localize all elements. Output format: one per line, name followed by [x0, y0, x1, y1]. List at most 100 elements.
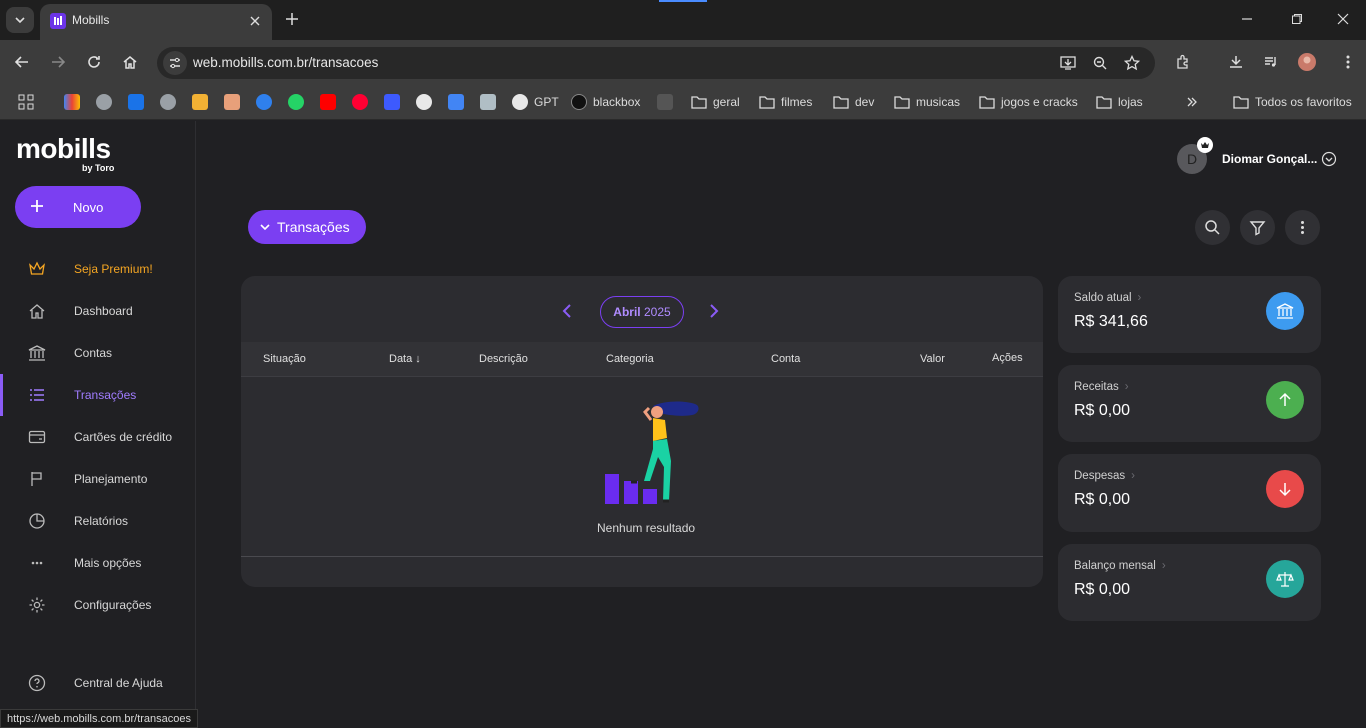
- chevron-left-icon[interactable]: [558, 302, 576, 320]
- sidebar-item-dashboard[interactable]: Dashboard: [0, 293, 195, 329]
- youtube-icon: [320, 94, 336, 110]
- github-icon: [416, 94, 432, 110]
- sidebar-item-contas[interactable]: Contas: [0, 335, 195, 371]
- search-button[interactable]: [1195, 210, 1230, 245]
- profile-avatar-icon[interactable]: [1296, 51, 1318, 73]
- bookmark-folder-geral[interactable]: geral: [691, 92, 740, 112]
- mobills-logo[interactable]: mobills by Toro: [16, 135, 114, 174]
- bookmark-4[interactable]: [192, 92, 214, 112]
- sidebar-item-premium[interactable]: Seja Premium!: [0, 251, 195, 287]
- tab-search-button[interactable]: [6, 7, 34, 33]
- chevron-right-icon[interactable]: [705, 302, 723, 320]
- table-header: Situação Data ↓ Descrição Categoria Cont…: [241, 342, 1043, 377]
- bookmarks-bar: GPT blackbox geral filmes dev musicas jo…: [0, 85, 1366, 120]
- bookmark-5[interactable]: [224, 92, 246, 112]
- sidebar-item-mais[interactable]: Mais opções: [0, 545, 195, 581]
- arrow-down-icon: [1266, 470, 1304, 508]
- window-minimize-icon[interactable]: [1236, 9, 1258, 29]
- sidebar-item-label: Planejamento: [74, 472, 148, 486]
- bookmark-amazon[interactable]: [657, 92, 679, 112]
- chevron-right-icon: ›: [1124, 381, 1129, 393]
- bookmark-whatsapp[interactable]: [288, 92, 310, 112]
- sidebar-item-cartoes[interactable]: Cartões de crédito: [0, 419, 195, 455]
- stat-label-text: Balanço mensal: [1074, 560, 1156, 572]
- sidebar-item-transacoes[interactable]: Transações: [0, 374, 195, 416]
- folder-icon: [759, 96, 775, 109]
- bookmarks-overflow-icon[interactable]: [1186, 92, 1198, 112]
- site-icon: [192, 94, 208, 110]
- sidebar-item-help[interactable]: Central de Ajuda: [0, 665, 195, 701]
- pie-icon: [29, 513, 45, 529]
- reload-icon[interactable]: [83, 51, 105, 73]
- back-icon[interactable]: [11, 51, 33, 73]
- list-icon: [30, 389, 44, 401]
- user-menu[interactable]: D Diomar Gonçal...: [1177, 137, 1347, 177]
- column-valor[interactable]: Valor: [920, 353, 945, 365]
- bookmark-globe-2[interactable]: [160, 92, 182, 112]
- crown-icon: [29, 261, 45, 275]
- premium-crown-icon: [1197, 137, 1213, 153]
- browser-menu-icon[interactable]: [1337, 51, 1359, 73]
- bookmark-10[interactable]: [384, 92, 406, 112]
- stat-card-despesas[interactable]: Despesas › R$ 0,00: [1058, 454, 1321, 532]
- column-data[interactable]: Data ↓: [389, 353, 421, 365]
- bookmark-blackbox[interactable]: blackbox: [571, 92, 640, 112]
- bookmark-youtube[interactable]: [320, 92, 342, 112]
- bookmark-translate[interactable]: [448, 92, 470, 112]
- apps-icon[interactable]: [18, 92, 34, 112]
- folder-icon: [1096, 96, 1112, 109]
- home-icon[interactable]: [119, 51, 141, 73]
- media-control-icon[interactable]: [1260, 51, 1282, 73]
- column-categoria[interactable]: Categoria: [606, 353, 654, 365]
- tab-close-icon[interactable]: [246, 12, 264, 30]
- stat-card-balanco[interactable]: Balanço mensal › R$ 0,00: [1058, 544, 1321, 621]
- sidebar-item-planejamento[interactable]: Planejamento: [0, 461, 195, 497]
- bookmark-2[interactable]: [128, 92, 150, 112]
- filter-button[interactable]: [1240, 210, 1275, 245]
- new-tab-icon[interactable]: [282, 9, 302, 29]
- bookmark-globe-1[interactable]: [96, 92, 118, 112]
- bookmark-folder-filmes[interactable]: filmes: [759, 92, 812, 112]
- stat-card-receitas[interactable]: Receitas › R$ 0,00: [1058, 365, 1321, 442]
- stat-label: Saldo atual ›: [1074, 292, 1141, 304]
- sidebar-item-relatorios[interactable]: Relatórios: [0, 503, 195, 539]
- column-descricao[interactable]: Descrição: [479, 353, 528, 365]
- bookmark-folder-musicas[interactable]: musicas: [894, 92, 960, 112]
- bookmark-label: blackbox: [593, 95, 641, 109]
- transactions-table-card: Abril 2025 Situação Data ↓ Descrição Cat…: [241, 276, 1043, 587]
- bookmark-folder-lojas[interactable]: lojas: [1096, 92, 1143, 112]
- bookmark-github[interactable]: [416, 92, 438, 112]
- sidebar-item-label: Contas: [74, 346, 113, 360]
- globe-icon: [160, 94, 176, 110]
- address-bar[interactable]: web.mobills.com.br/transacoes: [157, 47, 1155, 79]
- install-app-icon[interactable]: [1059, 54, 1077, 72]
- bookmark-youtube-music[interactable]: [352, 92, 374, 112]
- bookmark-folder-all[interactable]: Todos os favoritos: [1233, 92, 1352, 112]
- bookmark-gpt[interactable]: GPT: [512, 92, 559, 112]
- view-selector-button[interactable]: Transações: [248, 210, 366, 244]
- browser-tab-active[interactable]: Mobills: [40, 4, 272, 40]
- window-close-icon[interactable]: [1332, 9, 1354, 29]
- column-situacao[interactable]: Situação: [263, 353, 306, 365]
- column-conta[interactable]: Conta: [771, 353, 800, 365]
- bookmark-6[interactable]: [256, 92, 278, 112]
- zoom-icon[interactable]: [1091, 54, 1109, 72]
- bookmark-13[interactable]: [480, 92, 502, 112]
- stat-card-saldo[interactable]: Saldo atual › R$ 341,66: [1058, 276, 1321, 353]
- bookmark-gmail[interactable]: [64, 92, 86, 112]
- bookmark-folder-jogos[interactable]: jogos e cracks: [979, 92, 1078, 112]
- bookmark-star-icon[interactable]: [1123, 54, 1141, 72]
- new-transaction-button[interactable]: Novo: [15, 186, 141, 228]
- forward-icon[interactable]: [47, 51, 69, 73]
- downloads-icon[interactable]: [1225, 51, 1247, 73]
- month-selector[interactable]: Abril 2025: [600, 296, 684, 328]
- window-restore-icon[interactable]: [1286, 9, 1308, 29]
- more-options-button[interactable]: [1285, 210, 1320, 245]
- plus-icon: [31, 200, 43, 212]
- extensions-icon[interactable]: [1172, 51, 1194, 73]
- bookmark-folder-dev[interactable]: dev: [833, 92, 874, 112]
- chevron-right-icon: ›: [1161, 560, 1166, 572]
- card-icon: [28, 430, 46, 444]
- sidebar-item-configuracoes[interactable]: Configurações: [0, 587, 195, 623]
- site-info-icon[interactable]: [163, 51, 187, 75]
